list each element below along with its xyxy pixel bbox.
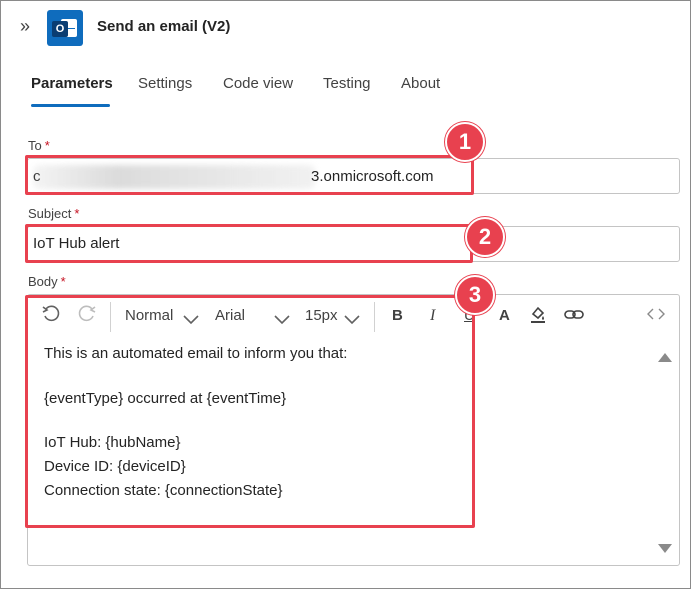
callout-box-2 (25, 224, 473, 263)
font-color-button[interactable]: A (499, 307, 510, 324)
scroll-up-arrow[interactable] (658, 353, 672, 362)
active-tab-indicator (31, 104, 110, 107)
panel-title: Send an email (V2) (97, 18, 231, 35)
tab-settings[interactable]: Settings (138, 75, 192, 92)
tab-code-view[interactable]: Code view (223, 75, 293, 92)
callout-badge-3: 3 (455, 275, 495, 315)
to-label: To * (28, 138, 50, 153)
tab-parameters[interactable]: Parameters (31, 75, 113, 92)
body-label: Body * (28, 274, 66, 289)
callout-badge-2: 2 (465, 217, 505, 257)
subject-label: Subject * (28, 206, 80, 221)
highlight-icon[interactable] (529, 305, 547, 328)
link-icon[interactable] (564, 305, 584, 328)
callout-badge-1: 1 (445, 122, 485, 162)
callout-box-3 (25, 295, 475, 528)
scroll-down-arrow[interactable] (658, 544, 672, 553)
chevron-double-right-icon[interactable]: » (20, 17, 38, 35)
tab-about[interactable]: About (401, 75, 440, 92)
callout-box-1 (25, 155, 474, 195)
code-view-icon[interactable] (646, 305, 666, 328)
tab-testing[interactable]: Testing (323, 75, 371, 92)
outlook-icon: O (47, 10, 83, 46)
